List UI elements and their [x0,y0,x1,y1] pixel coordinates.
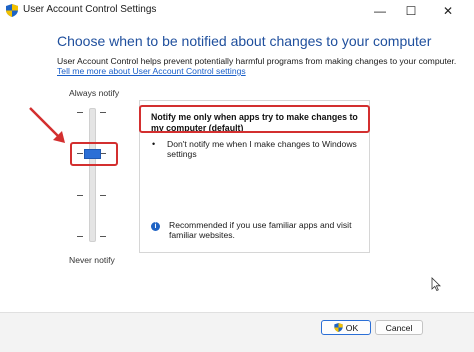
slider-tick [100,236,106,237]
setting-bullet-text: Don't notify me when I make changes to W… [167,139,357,159]
ok-button-label: OK [345,322,359,333]
notification-slider-track[interactable] [89,108,96,242]
help-link[interactable]: Tell me more about User Account Control … [57,66,246,76]
annotation-highlight-title [139,105,370,133]
info-icon: i [151,222,160,231]
slider-tick [100,195,106,196]
ok-button[interactable]: OK [321,320,371,335]
close-button[interactable]: ✕ [429,0,467,22]
slider-top-label: Always notify [69,88,120,98]
annotation-highlight-slider [70,142,118,166]
uac-shield-icon [334,323,343,332]
mouse-cursor-icon [431,277,441,291]
description-text: User Account Control helps prevent poten… [57,56,457,66]
slider-tick [77,195,83,196]
arrow-icon [29,107,65,143]
slider-tick [100,112,106,113]
page-heading: Choose when to be notified about changes… [57,33,432,49]
bullet-icon: • [152,139,156,149]
slider-tick [77,112,83,113]
maximize-button[interactable]: ☐ [396,0,426,22]
minimize-button[interactable]: — [365,0,395,22]
cancel-button[interactable]: Cancel [375,320,423,335]
title-bar: User Account Control Settings — ☐ ✕ [0,0,474,22]
slider-bottom-label: Never notify [69,255,115,265]
uac-shield-icon [6,4,18,17]
recommendation-text: Recommended if you use familiar apps and… [169,220,352,240]
slider-tick [77,236,83,237]
window-title: User Account Control Settings [23,4,157,15]
